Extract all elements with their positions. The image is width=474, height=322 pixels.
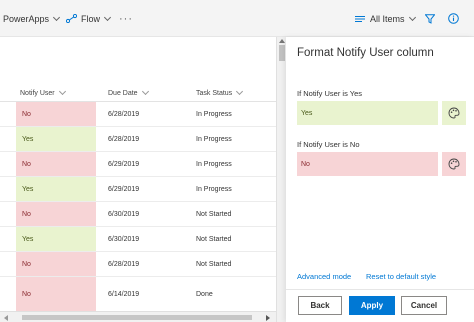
row-select-area[interactable]: [0, 277, 16, 311]
scroll-up-arrow-icon[interactable]: [279, 39, 285, 43]
more-icon: ···: [119, 12, 133, 25]
column-header-notify-user[interactable]: Notify User: [20, 85, 66, 101]
notify-user-cell: No: [16, 202, 96, 226]
panel-footer-divider: [286, 289, 474, 290]
task-status-cell: Not Started: [196, 235, 232, 243]
column-header-due-date[interactable]: Due Date: [108, 85, 149, 101]
column-header-label: Due Date: [108, 89, 138, 97]
view-selector[interactable]: All Items: [355, 0, 416, 37]
notify-user-cell: No: [16, 152, 96, 176]
yes-condition-label: If Notify User is Yes: [297, 89, 363, 98]
due-date-cell: 6/28/2019: [108, 110, 140, 118]
chevron-down-icon: [58, 87, 66, 96]
chevron-down-icon: [103, 13, 112, 21]
advanced-mode-link[interactable]: Advanced mode: [297, 272, 351, 281]
horizontal-scroll-thumb[interactable]: [22, 315, 252, 320]
chevron-down-icon: [408, 13, 416, 21]
flow-button[interactable]: Flow: [66, 0, 112, 37]
row-select-area[interactable]: [0, 127, 16, 151]
list-view: Notify User Due Date Task Status No 6/28…: [0, 37, 276, 322]
no-style-field[interactable]: No: [297, 152, 438, 176]
task-status-cell: In Progress: [196, 185, 232, 193]
scroll-right-arrow-icon[interactable]: [266, 315, 270, 321]
row-select-area[interactable]: [0, 177, 16, 201]
task-status-cell: In Progress: [196, 135, 232, 143]
no-color-picker-button[interactable]: [442, 152, 466, 176]
task-status-cell: Not Started: [196, 210, 232, 218]
row-select-area[interactable]: [0, 252, 16, 276]
table-row[interactable]: No 6/28/2019 Not Started: [0, 252, 276, 277]
task-status-cell: In Progress: [196, 110, 232, 118]
chevron-down-icon: [52, 13, 61, 21]
command-bar: PowerApps Flow ··· All Items: [0, 0, 474, 37]
table-row[interactable]: No 6/14/2019 Done: [0, 277, 276, 311]
panel-title: Format Notify User column: [297, 47, 434, 59]
column-header-task-status[interactable]: Task Status: [196, 85, 244, 101]
table-row[interactable]: Yes 6/30/2019 Not Started: [0, 227, 276, 252]
more-button[interactable]: ···: [119, 0, 133, 37]
due-date-cell: 6/28/2019: [108, 135, 140, 143]
due-date-cell: 6/14/2019: [108, 290, 140, 298]
filter-icon: [425, 13, 435, 24]
task-status-cell: Not Started: [196, 260, 232, 268]
vertical-scrollbar[interactable]: [276, 37, 286, 322]
table-row[interactable]: No 6/29/2019 In Progress: [0, 152, 276, 177]
due-date-cell: 6/29/2019: [108, 185, 140, 193]
reset-default-style-link[interactable]: Reset to default style: [366, 272, 436, 281]
horizontal-scrollbar[interactable]: [0, 311, 276, 322]
flow-icon: [66, 14, 77, 23]
task-status-cell: In Progress: [196, 160, 232, 168]
due-date-cell: 6/30/2019: [108, 210, 140, 218]
due-date-cell: 6/29/2019: [108, 160, 140, 168]
row-select-area[interactable]: [0, 152, 16, 176]
table-row[interactable]: No 6/28/2019 In Progress: [0, 102, 276, 127]
powerapps-button[interactable]: PowerApps: [3, 0, 61, 37]
format-column-panel: Format Notify User column If Notify User…: [286, 37, 474, 322]
vertical-scroll-thumb[interactable]: [279, 45, 285, 61]
palette-icon: [448, 158, 460, 170]
row-select-area[interactable]: [0, 202, 16, 226]
cancel-button[interactable]: Cancel: [401, 296, 447, 315]
task-status-cell: Done: [196, 290, 213, 298]
due-date-cell: 6/30/2019: [108, 235, 140, 243]
view-lines-icon: [355, 15, 365, 22]
yes-style-field[interactable]: Yes: [297, 101, 438, 125]
no-condition-label: If Notify User is No: [297, 140, 360, 149]
powerapps-label: PowerApps: [3, 13, 50, 24]
view-label: All Items: [370, 13, 405, 24]
due-date-cell: 6/28/2019: [108, 260, 140, 268]
chevron-down-icon: [236, 87, 244, 96]
palette-icon: [448, 107, 460, 119]
table-row[interactable]: No 6/30/2019 Not Started: [0, 202, 276, 227]
notify-user-cell: No: [16, 277, 96, 311]
flow-label: Flow: [81, 13, 101, 24]
info-icon: [448, 13, 459, 24]
filter-button[interactable]: [425, 0, 435, 37]
row-select-area[interactable]: [0, 102, 16, 126]
apply-button[interactable]: Apply: [349, 296, 395, 315]
yes-color-picker-button[interactable]: [442, 101, 466, 125]
info-button[interactable]: [448, 0, 459, 37]
notify-user-cell: Yes: [16, 127, 96, 151]
back-button[interactable]: Back: [298, 296, 342, 315]
notify-user-cell: No: [16, 102, 96, 126]
column-header-label: Notify User: [20, 89, 55, 97]
column-header-label: Task Status: [196, 89, 233, 97]
table-row[interactable]: Yes 6/28/2019 In Progress: [0, 127, 276, 152]
row-select-area[interactable]: [0, 227, 16, 251]
notify-user-cell: Yes: [16, 177, 96, 201]
notify-user-cell: Yes: [16, 227, 96, 251]
scroll-left-arrow-icon[interactable]: [4, 315, 8, 321]
notify-user-cell: No: [16, 252, 96, 276]
chevron-down-icon: [141, 87, 149, 96]
table-row[interactable]: Yes 6/29/2019 In Progress: [0, 177, 276, 202]
